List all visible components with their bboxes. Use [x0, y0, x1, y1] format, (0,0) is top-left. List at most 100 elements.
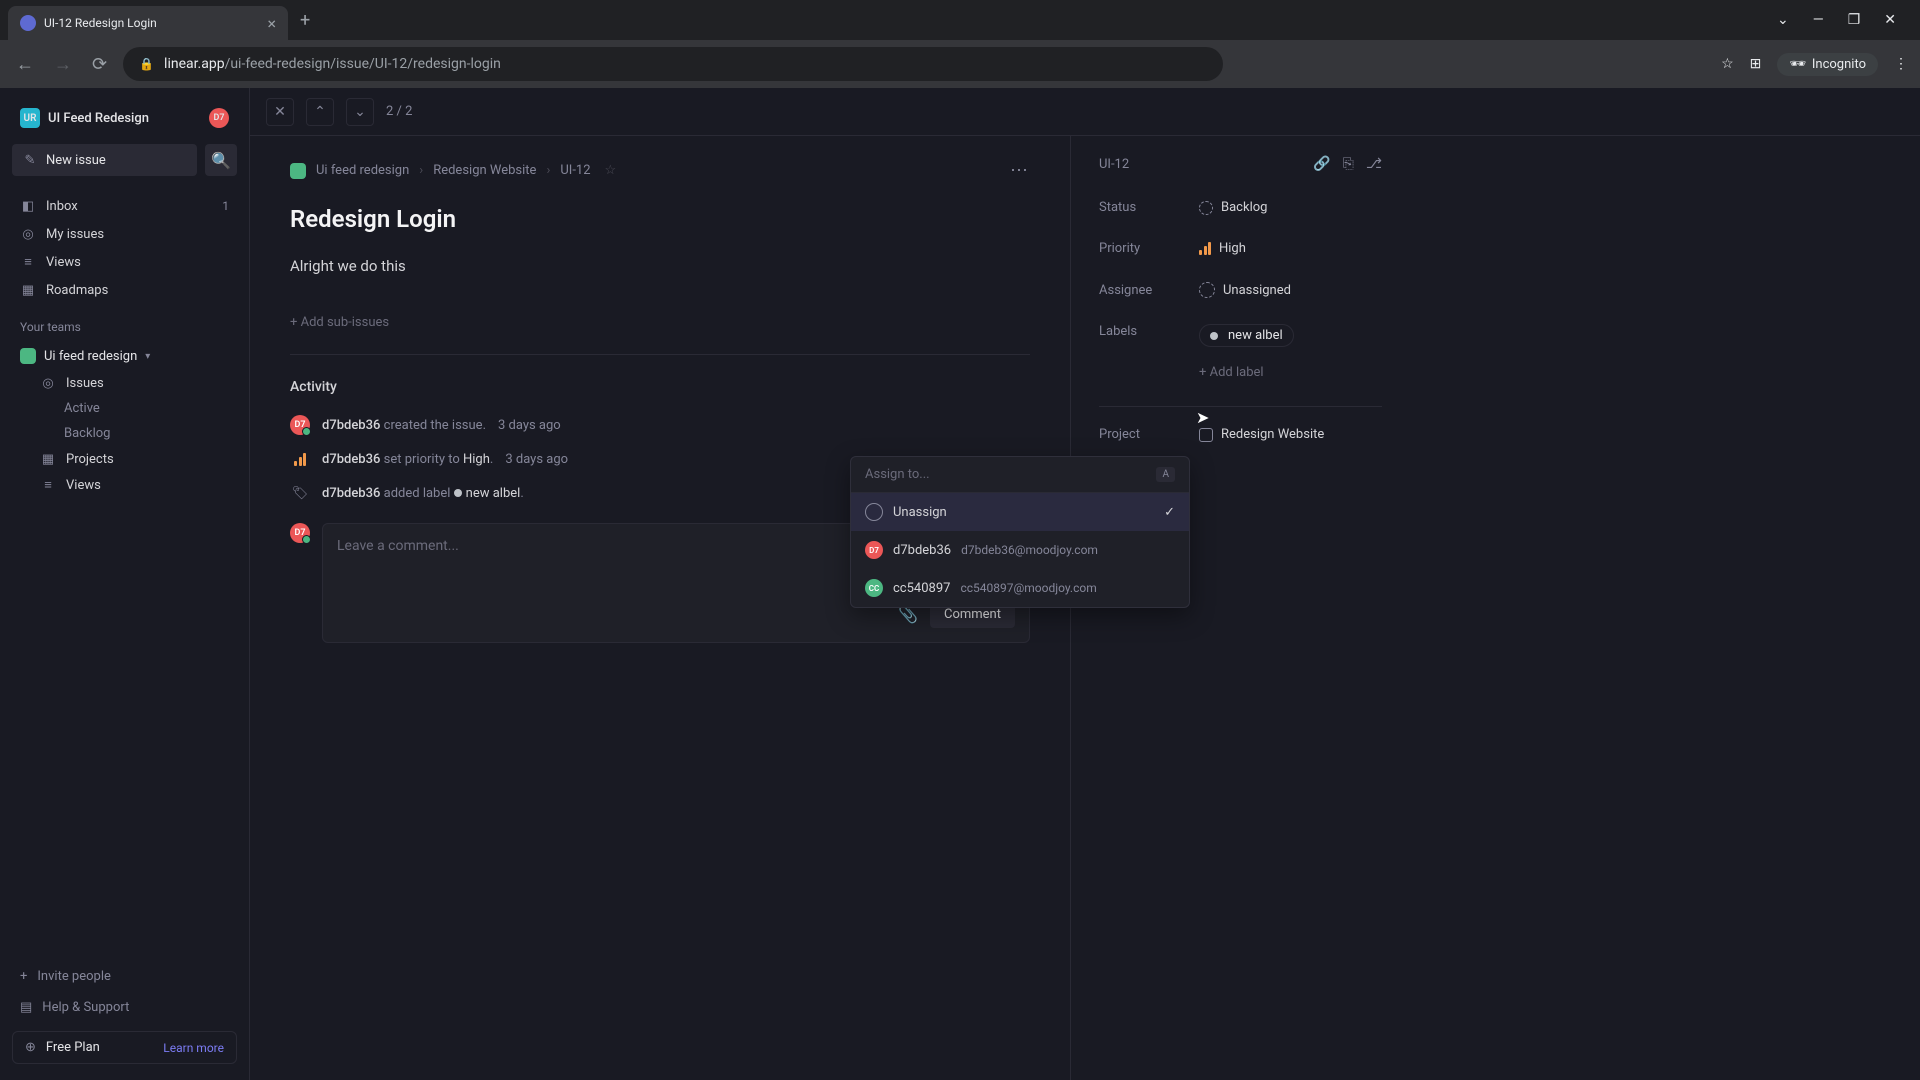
team-item[interactable]: Ui feed redesign ▾	[12, 342, 237, 370]
issue-description[interactable]: Alright we do this	[290, 257, 1030, 275]
copy-icon[interactable]: ⎘	[1343, 156, 1354, 172]
priority-value[interactable]: High	[1199, 241, 1246, 256]
sidebar-item-views[interactable]: ≡ Views	[12, 248, 237, 276]
sidebar-item-issues[interactable]: ◎ Issues	[32, 370, 237, 396]
label-icon: 🏷	[290, 483, 310, 503]
minimize-icon[interactable]: —	[1813, 12, 1824, 28]
next-issue-button[interactable]: ⌄	[346, 98, 374, 126]
option-email: d7bdeb36@moodjoy.com	[961, 543, 1098, 557]
back-button[interactable]: ←	[12, 50, 38, 79]
activity-action: set priority to	[384, 452, 460, 467]
learn-more-link[interactable]: Learn more	[163, 1041, 224, 1055]
properties-panel: UI-12 🔗 ⎘ ⎇ Status Backlog Priority	[1070, 136, 1410, 1080]
sidebar-item-active[interactable]: Active	[56, 396, 237, 421]
incognito-badge[interactable]: 🕶 Incognito	[1777, 53, 1878, 76]
labels-label: Labels	[1099, 324, 1199, 347]
window-controls: ⌄ — ❐ ✕	[1777, 12, 1912, 28]
workspace-switcher[interactable]: UR UI Feed Redesign D7	[12, 104, 237, 132]
team-icon	[20, 348, 36, 364]
check-icon: ✓	[1164, 505, 1175, 520]
search-icon: 🔍	[211, 151, 231, 170]
favicon	[20, 15, 36, 31]
maximize-icon[interactable]: ❐	[1848, 12, 1861, 28]
status-text: Backlog	[1221, 200, 1267, 215]
workspace-icon: UR	[20, 108, 40, 128]
add-subissues-button[interactable]: + Add sub-issues	[290, 315, 1030, 355]
activity-item: D7 d7bdeb36 created the issue. 3 days ag…	[290, 415, 1030, 435]
add-label-button[interactable]: + Add label	[1199, 365, 1264, 380]
assign-option-user[interactable]: D7 d7bdeb36 d7bdeb36@moodjoy.com	[851, 531, 1189, 569]
browser-tab[interactable]: UI-12 Redesign Login ×	[8, 6, 288, 40]
activity-avatar: D7	[290, 415, 310, 435]
breadcrumb-issue[interactable]: UI-12	[560, 163, 590, 178]
sidebar-item-roadmaps[interactable]: ▦ Roadmaps	[12, 276, 237, 304]
menu-icon[interactable]: ⋮	[1894, 56, 1908, 72]
activity-action: created the issue.	[384, 418, 486, 433]
projects-icon: ▦	[40, 451, 56, 467]
label-text: new albel	[1228, 328, 1283, 343]
sidebar-item-inbox[interactable]: ◧ Inbox 1	[12, 192, 237, 220]
backlog-icon	[1199, 201, 1213, 215]
label-chip[interactable]: new albel	[1199, 324, 1294, 347]
option-avatar: CC	[865, 579, 883, 597]
chevron-down-icon: ▾	[145, 351, 150, 362]
lock-icon: 🔒	[139, 57, 154, 71]
roadmap-icon: ▦	[20, 282, 36, 298]
close-tab-icon[interactable]: ×	[267, 14, 276, 33]
assign-dropdown: Assign to... A Unassign ✓ D7 d7bdeb36 d7…	[850, 456, 1190, 608]
chevron-down-icon[interactable]: ⌄	[1777, 12, 1789, 28]
keyboard-shortcut: A	[1156, 467, 1175, 482]
url-bar[interactable]: 🔒 linear.app/ui-feed-redesign/issue/UI-1…	[123, 47, 1223, 81]
sidebar-item-projects[interactable]: ▦ Projects	[32, 446, 237, 472]
help-label: Help & Support	[42, 1000, 129, 1015]
prev-issue-button[interactable]: ⌃	[306, 98, 334, 126]
search-button[interactable]: 🔍	[205, 144, 237, 176]
sidebar: UR UI Feed Redesign D7 ✎ New issue 🔍 ◧ I…	[0, 88, 250, 1080]
project-value[interactable]: Redesign Website	[1199, 427, 1324, 442]
book-icon: ▤	[20, 1000, 32, 1015]
assign-option-user[interactable]: CC cc540897 cc540897@moodjoy.com	[851, 569, 1189, 607]
inbox-icon: ◧	[20, 198, 36, 214]
property-labels: Labels new albel + Add label	[1099, 324, 1382, 380]
priority-high-icon	[1199, 242, 1211, 255]
option-email: cc540897@moodjoy.com	[960, 581, 1096, 595]
assign-search-row: Assign to... A	[851, 457, 1189, 493]
layers-icon: ≡	[20, 254, 36, 270]
invite-people-button[interactable]: + Invite people	[12, 961, 237, 992]
assign-option-unassign[interactable]: Unassign ✓	[851, 493, 1189, 531]
projects-label: Projects	[66, 452, 114, 467]
reload-button[interactable]: ⟳	[88, 50, 111, 79]
assignee-value[interactable]: Unassigned	[1199, 282, 1291, 298]
more-icon[interactable]: ⋯	[1010, 160, 1030, 181]
close-window-icon[interactable]: ✕	[1884, 12, 1896, 28]
forward-button[interactable]: →	[50, 50, 76, 79]
help-support-button[interactable]: ▤ Help & Support	[12, 992, 237, 1023]
activity-label: new albel	[466, 486, 521, 501]
new-tab-button[interactable]: +	[300, 10, 310, 31]
divider	[1099, 406, 1382, 407]
property-status: Status Backlog	[1099, 200, 1382, 215]
option-name: Unassign	[893, 505, 947, 520]
sidebar-item-team-views[interactable]: ≡ Views	[32, 472, 237, 498]
issue-title[interactable]: Redesign Login	[290, 205, 1030, 233]
extensions-icon[interactable]: ⊞	[1750, 56, 1762, 72]
breadcrumb-project[interactable]: Redesign Website	[433, 163, 536, 178]
bookmark-icon[interactable]: ☆	[1721, 56, 1734, 72]
activity-user: d7bdeb36	[322, 418, 380, 433]
assign-search-input[interactable]: Assign to...	[865, 467, 1156, 482]
sidebar-item-backlog[interactable]: Backlog	[56, 421, 237, 446]
activity-value: High	[463, 452, 490, 467]
unassign-icon	[865, 503, 883, 521]
sidebar-item-my-issues[interactable]: ◎ My issues	[12, 220, 237, 248]
activity-action: added label	[384, 486, 451, 501]
user-avatar[interactable]: D7	[209, 108, 229, 128]
new-issue-button[interactable]: ✎ New issue	[12, 144, 197, 176]
close-issue-button[interactable]: ✕	[266, 98, 294, 126]
git-branch-icon[interactable]: ⎇	[1366, 156, 1382, 172]
breadcrumb-team[interactable]: Ui feed redesign	[316, 163, 409, 178]
star-icon[interactable]: ☆	[605, 163, 617, 178]
link-icon[interactable]: 🔗	[1313, 156, 1330, 172]
project-text: Redesign Website	[1221, 427, 1324, 442]
browser-chrome: UI-12 Redesign Login × + ⌄ — ❐ ✕ ← → ⟳ 🔒…	[0, 0, 1920, 88]
status-value[interactable]: Backlog	[1199, 200, 1267, 215]
